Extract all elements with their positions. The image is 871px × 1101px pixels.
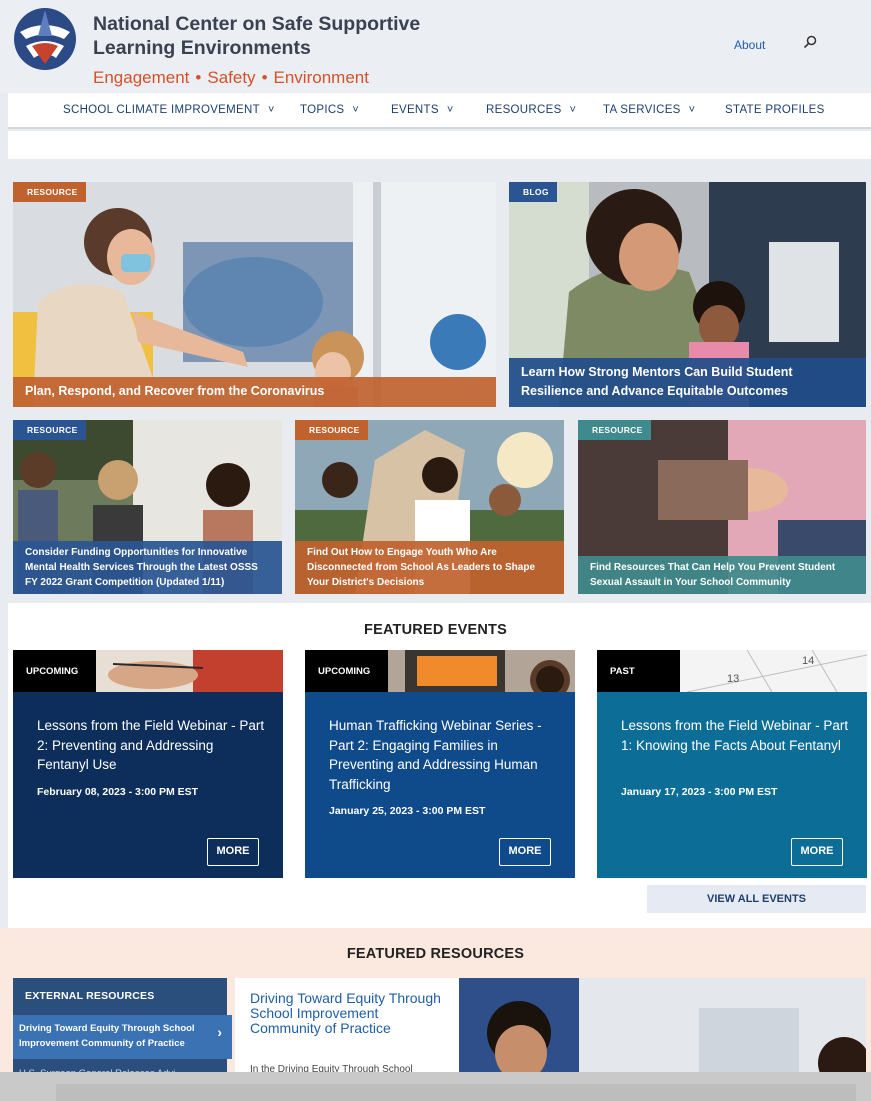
calendar-number: 13 xyxy=(727,673,739,685)
tile-caption[interactable]: Find Out How to Engage Youth Who Are Dis… xyxy=(295,541,564,594)
event-title[interactable]: Lessons from the Field Webinar - Part 1:… xyxy=(621,716,851,755)
hero-tile-mentors[interactable]: BLOG Learn How Strong Mentors Can Build … xyxy=(509,182,866,407)
tagline-dot: • xyxy=(195,68,202,87)
tile-tag: RESOURCE xyxy=(13,182,86,202)
event-date: February 08, 2023 - 3:00 PM EST xyxy=(37,786,199,798)
tagline-dot: • xyxy=(261,68,268,87)
nav-label: TA SERVICES xyxy=(603,104,681,116)
event-body: Lessons from the Field Webinar - Part 2:… xyxy=(13,692,283,878)
resource-title[interactable]: Driving Toward Equity Through School Imp… xyxy=(250,991,450,1036)
nav-events[interactable]: EVENTS ˅ xyxy=(391,104,454,116)
tile-tag: RESOURCE xyxy=(578,420,651,440)
more-button[interactable]: MORE xyxy=(499,838,551,866)
spacer-bar xyxy=(8,131,871,159)
event-title[interactable]: Human Trafficking Webinar Series - Part … xyxy=(329,716,559,794)
chevron-right-icon: › xyxy=(217,1024,222,1040)
tile-caption[interactable]: Plan, Respond, and Recover from the Coro… xyxy=(13,377,496,407)
tile-caption[interactable]: Consider Funding Opportunities for Innov… xyxy=(13,541,282,594)
event-image: 13 14 PAST xyxy=(597,650,867,692)
main-nav: SCHOOL CLIMATE IMPROVEMENT ˅ TOPICS ˅ EVEN… xyxy=(8,93,871,129)
nav-ta-services[interactable]: TA SERVICES ˅ xyxy=(603,104,695,116)
event-status-badge: UPCOMING xyxy=(305,650,388,692)
hero-tile-prevent-assault[interactable]: RESOURCE Find Resources That Can Help Yo… xyxy=(578,420,866,594)
bottom-overlay-inner xyxy=(56,1084,856,1101)
event-date: January 17, 2023 - 3:00 PM EST xyxy=(621,786,778,798)
event-status-badge: UPCOMING xyxy=(13,650,96,692)
resources-sidebar-title: EXTERNAL RESOURCES xyxy=(25,990,155,1002)
event-title[interactable]: Lessons from the Field Webinar - Part 2:… xyxy=(37,716,267,775)
chevron-down-icon: ˅ xyxy=(267,104,275,116)
calendar-number: 14 xyxy=(802,655,814,667)
event-card[interactable]: UPCOMING Lessons from the Field Webinar … xyxy=(13,650,283,878)
chevron-down-icon: ˅ xyxy=(352,104,360,116)
resources-sidebar-item-active[interactable]: Driving Toward Equity Through School Imp… xyxy=(13,1015,232,1059)
teacher-student-photo xyxy=(13,182,496,407)
nav-label: TOPICS xyxy=(300,104,345,116)
more-button[interactable]: MORE xyxy=(791,838,843,866)
event-image: UPCOMING xyxy=(13,650,283,692)
about-link[interactable]: About xyxy=(734,38,765,52)
nav-label: EVENTS xyxy=(391,104,439,116)
resources-sidebar-item-label: Driving Toward Equity Through School Imp… xyxy=(19,1023,195,1049)
tagline: Engagement • Safety • Environment xyxy=(93,68,369,88)
chevron-down-icon: ˅ xyxy=(688,104,696,116)
chevron-down-icon: ˅ xyxy=(446,104,454,116)
nav-label: RESOURCES xyxy=(486,104,562,116)
event-card[interactable]: 13 14 PAST Lessons from the Field Webina… xyxy=(597,650,867,878)
event-body: Human Trafficking Webinar Series - Part … xyxy=(305,692,575,878)
nav-school-climate-improvement[interactable]: SCHOOL CLIMATE IMPROVEMENT ˅ xyxy=(63,104,275,116)
chevron-down-icon: ˅ xyxy=(569,104,577,116)
nav-resources[interactable]: RESOURCES ˅ xyxy=(486,104,576,116)
tagline-environment: Environment xyxy=(273,68,369,87)
hero-tile-funding[interactable]: RESOURCE Consider Funding Opportunities … xyxy=(13,420,282,594)
tile-tag: RESOURCE xyxy=(295,420,368,440)
resource-detail: Driving Toward Equity Through School Imp… xyxy=(235,978,459,1078)
view-all-events-button[interactable]: VIEW ALL EVENTS xyxy=(647,885,866,913)
tile-caption[interactable]: Find Resources That Can Help You Prevent… xyxy=(578,556,866,594)
search-icon[interactable] xyxy=(802,34,818,50)
nav-label: STATE PROFILES xyxy=(725,104,825,116)
nav-topics[interactable]: TOPICS ˅ xyxy=(300,104,359,116)
nav-state-profiles[interactable]: STATE PROFILES xyxy=(725,104,825,116)
tile-caption[interactable]: Learn How Strong Mentors Can Build Stude… xyxy=(509,358,866,407)
org-name[interactable]: National Center on Safe Supportive Learn… xyxy=(93,12,453,60)
site-header: National Center on Safe Supportive Learn… xyxy=(0,0,871,93)
more-button[interactable]: MORE xyxy=(207,838,259,866)
tile-tag: BLOG xyxy=(509,182,557,202)
featured-resources-title: FEATURED RESOURCES xyxy=(346,946,525,962)
logo-icon[interactable] xyxy=(12,6,78,72)
event-image: UPCOMING xyxy=(305,650,575,692)
event-body: Lessons from the Field Webinar - Part 1:… xyxy=(597,692,867,878)
nav-label: SCHOOL CLIMATE IMPROVEMENT xyxy=(63,104,260,116)
tagline-safety: Safety xyxy=(207,68,256,87)
resources-sidebar: EXTERNAL RESOURCES Driving Toward Equity… xyxy=(13,978,232,1079)
event-card[interactable]: UPCOMING Human Trafficking Webinar Serie… xyxy=(305,650,575,878)
hero-tile-engage-youth[interactable]: RESOURCE Find Out How to Engage Youth Wh… xyxy=(295,420,564,594)
featured-events-title: FEATURED EVENTS xyxy=(364,622,507,638)
community-photo xyxy=(459,978,866,1078)
hero-tile-coronavirus[interactable]: RESOURCE Plan, Respond, and Recover from… xyxy=(13,182,496,407)
tagline-engagement: Engagement xyxy=(93,68,190,87)
event-status-badge: PAST xyxy=(597,650,680,692)
event-date: January 25, 2023 - 3:00 PM EST xyxy=(329,805,486,817)
bottom-overlay-bar xyxy=(0,1072,871,1101)
tile-tag: RESOURCE xyxy=(13,420,86,440)
resource-image xyxy=(459,978,866,1078)
